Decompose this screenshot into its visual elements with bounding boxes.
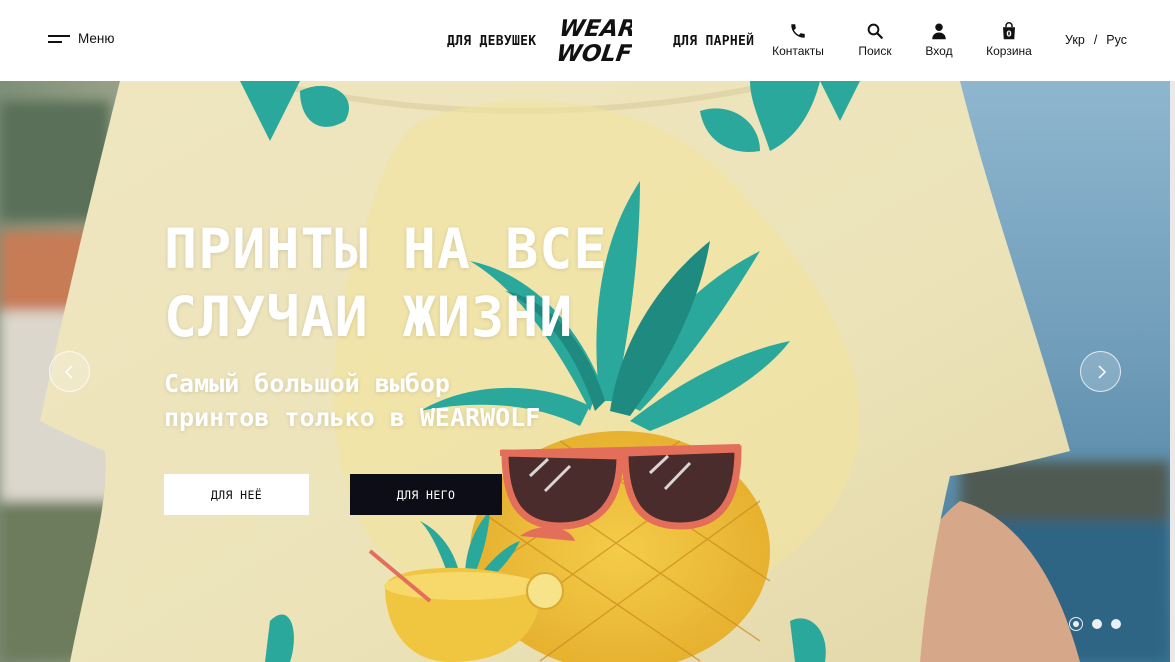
lang-separator: /	[1093, 33, 1098, 47]
for-him-button[interactable]: ДЛЯ НЕГО	[350, 474, 502, 515]
cart-bag-icon: 0	[1003, 22, 1015, 40]
nav-link-girls[interactable]: ДЛЯ ДЕВУШЕК	[447, 34, 536, 49]
search-label: Поиск	[858, 44, 892, 58]
slider-dot-1[interactable]	[1069, 617, 1083, 631]
hero-slider: ПРИНТЫ НА ВСЕ СЛУЧАИ ЖИЗНИ Самый большой…	[0, 81, 1170, 662]
phone-icon	[791, 24, 805, 38]
menu-label: Меню	[78, 31, 115, 46]
burger-menu-icon	[48, 33, 70, 45]
contacts-label: Контакты	[772, 44, 824, 58]
slider-dot-2[interactable]	[1092, 619, 1102, 629]
lang-ukr[interactable]: Укр	[1065, 33, 1085, 47]
hero-title-line-2: СЛУЧАИ ЖИЗНИ	[164, 285, 574, 349]
language-switcher: Укр / Рус	[1065, 33, 1127, 47]
slider-prev-button[interactable]	[49, 351, 90, 392]
slider-dot-3[interactable]	[1111, 619, 1121, 629]
cart-link[interactable]: 0 Корзина	[982, 22, 1036, 58]
hero-subtitle-line-2: принтов только в WEARWOLF	[164, 403, 541, 432]
contacts-link[interactable]: Контакты	[770, 22, 826, 58]
chevron-right-icon	[1097, 364, 1106, 379]
page-scrollbar[interactable]	[1170, 81, 1175, 662]
search-button[interactable]: Поиск	[855, 22, 895, 58]
for-her-button[interactable]: ДЛЯ НЕЁ	[164, 474, 309, 515]
cart-label: Корзина	[986, 44, 1032, 58]
login-link[interactable]: Вход	[922, 22, 956, 58]
svg-text:WOLF: WOLF	[558, 41, 632, 66]
chevron-left-icon	[64, 364, 73, 379]
lang-rus[interactable]: Рус	[1106, 33, 1127, 47]
slider-pagination	[1069, 617, 1121, 631]
logo[interactable]: WEAR WOLF	[555, 12, 638, 67]
slider-next-button[interactable]	[1080, 351, 1121, 392]
cart-count: 0	[1006, 30, 1011, 39]
hero-subtitle-line-1: Самый большой выбор	[164, 369, 450, 398]
login-label: Вход	[925, 44, 953, 58]
menu-button[interactable]: Меню	[48, 31, 115, 46]
search-icon	[867, 23, 883, 39]
user-icon	[932, 23, 946, 40]
hero-subtitle: Самый большой выбор принтов только в WEA…	[164, 367, 684, 435]
hero-title-line-1: ПРИНТЫ НА ВСЕ	[164, 217, 608, 281]
hero-title: ПРИНТЫ НА ВСЕ СЛУЧАИ ЖИЗНИ	[164, 215, 764, 351]
nav-link-boys[interactable]: ДЛЯ ПАРНЕЙ	[673, 34, 754, 49]
site-header: Меню ДЛЯ ДЕВУШЕК WEAR WOLF ДЛЯ ПАРНЕЙ Ко…	[0, 0, 1175, 81]
